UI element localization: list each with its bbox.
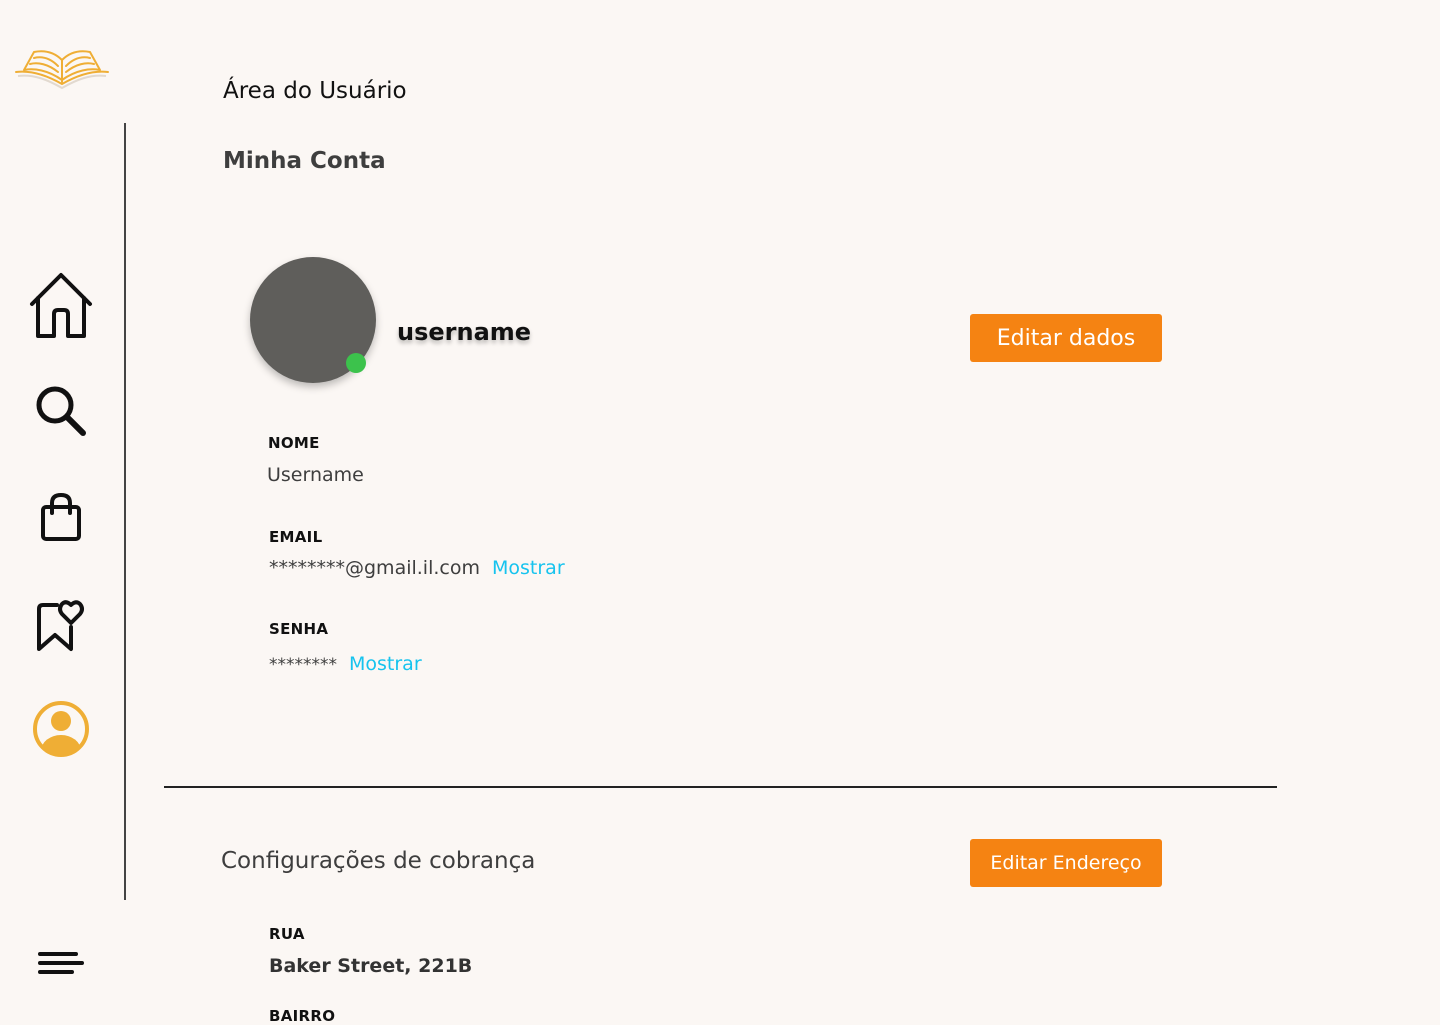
email-label: EMAIL (269, 528, 323, 546)
senha-value: ******** (269, 655, 337, 675)
bairro-label: BAIRRO (269, 1007, 336, 1025)
edit-address-button[interactable]: Editar Endereço (970, 839, 1162, 887)
page-title: Área do Usuário (223, 78, 407, 104)
senha-row: ******** Mostrar (269, 653, 422, 675)
rua-value: Baker Street, 221B (269, 955, 473, 977)
show-email-link[interactable]: Mostrar (492, 557, 565, 579)
search-icon[interactable] (24, 374, 98, 448)
menu-icon[interactable] (24, 926, 98, 1000)
home-icon[interactable] (24, 268, 98, 342)
rua-label: RUA (269, 925, 305, 943)
bookmark-heart-icon[interactable] (24, 588, 98, 662)
username-display: username (397, 318, 532, 346)
sidebar-divider (124, 123, 126, 900)
shopping-bag-icon[interactable] (24, 480, 98, 554)
billing-title: Configurações de cobrança (221, 848, 536, 874)
online-status-indicator (346, 353, 366, 373)
open-book-logo[interactable] (12, 40, 112, 90)
user-circle-icon[interactable] (24, 692, 98, 766)
edit-data-button[interactable]: Editar dados (970, 314, 1162, 362)
email-value: ********@gmail.il.com (269, 557, 480, 579)
section-title: Minha Conta (223, 148, 386, 174)
email-row: ********@gmail.il.com Mostrar (269, 557, 565, 579)
nome-value: Username (267, 464, 364, 486)
show-password-link[interactable]: Mostrar (349, 653, 422, 675)
senha-label: SENHA (269, 620, 329, 638)
section-divider (164, 786, 1277, 788)
nome-label: NOME (268, 434, 320, 452)
